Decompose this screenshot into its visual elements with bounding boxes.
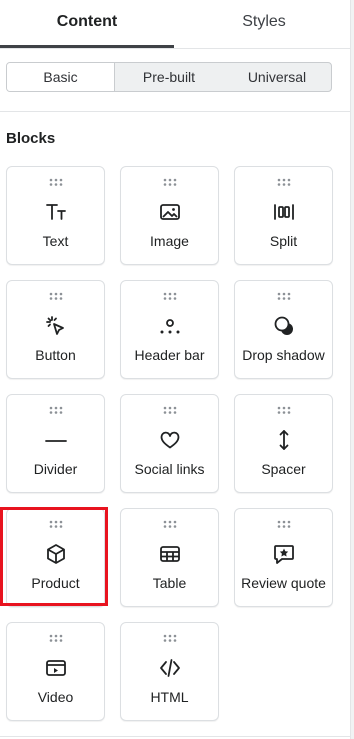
block-card-review-quote[interactable]: Review quote bbox=[234, 508, 333, 607]
drag-handle-icon[interactable] bbox=[48, 178, 64, 186]
block-card-html[interactable]: HTML bbox=[120, 622, 219, 721]
segment-prebuilt[interactable]: Pre-built bbox=[115, 63, 223, 91]
drag-handle-icon[interactable] bbox=[48, 406, 64, 414]
block-type-segmented-control: Basic Pre-built Universal bbox=[6, 62, 332, 92]
table-icon bbox=[159, 546, 180, 562]
drag-handle-icon[interactable] bbox=[162, 634, 178, 642]
drag-handle-icon[interactable] bbox=[162, 406, 178, 414]
block-label: Table bbox=[152, 575, 187, 591]
product-icon bbox=[46, 544, 65, 564]
drag-handle-icon[interactable] bbox=[48, 520, 64, 528]
tab-content[interactable]: Content bbox=[0, 0, 174, 48]
drag-handle-icon[interactable] bbox=[162, 178, 178, 186]
header-bar-icon bbox=[160, 319, 179, 334]
drag-handle-icon[interactable] bbox=[162, 292, 178, 300]
block-label: Header bar bbox=[134, 347, 205, 363]
tab-bar: Content Styles bbox=[0, 0, 350, 49]
spacer-icon bbox=[279, 430, 288, 450]
bottom-divider bbox=[0, 736, 350, 737]
block-card-split[interactable]: Split bbox=[234, 166, 333, 265]
image-icon bbox=[159, 204, 180, 220]
content-panel: Content Styles Basic Pre-built Universal… bbox=[0, 0, 354, 739]
block-card-product[interactable]: Product bbox=[6, 508, 105, 607]
text-icon bbox=[45, 204, 66, 220]
block-card-spacer[interactable]: Spacer bbox=[234, 394, 333, 493]
drop-shadow-icon bbox=[274, 316, 293, 335]
drag-handle-icon[interactable] bbox=[48, 292, 64, 300]
block-card-divider[interactable]: Divider bbox=[6, 394, 105, 493]
block-card-button[interactable]: Button bbox=[6, 280, 105, 379]
block-card-image[interactable]: Image bbox=[120, 166, 219, 265]
panel-scrollbar-edge bbox=[350, 0, 354, 739]
block-card-video[interactable]: Video bbox=[6, 622, 105, 721]
block-label: Split bbox=[269, 233, 298, 249]
button-icon bbox=[45, 316, 64, 335]
block-card-table[interactable]: Table bbox=[120, 508, 219, 607]
split-icon bbox=[273, 204, 294, 220]
drag-handle-icon[interactable] bbox=[276, 520, 292, 528]
blocks-section-title: Blocks bbox=[6, 130, 56, 147]
segment-universal[interactable]: Universal bbox=[223, 63, 331, 91]
block-card-social-links[interactable]: Social links bbox=[120, 394, 219, 493]
code-icon bbox=[159, 659, 180, 677]
block-card-header-bar[interactable]: Header bar bbox=[120, 280, 219, 379]
block-label: Divider bbox=[33, 461, 78, 477]
block-label: Button bbox=[35, 347, 76, 363]
block-label: Text bbox=[42, 233, 69, 249]
block-label: Review quote bbox=[241, 575, 326, 591]
segment-basic[interactable]: Basic bbox=[7, 63, 115, 91]
drag-handle-icon[interactable] bbox=[276, 178, 292, 186]
block-label: Drop shadow bbox=[242, 347, 325, 363]
tab-styles[interactable]: Styles bbox=[176, 0, 352, 45]
review-quote-icon bbox=[273, 545, 294, 564]
block-card-drop-shadow[interactable]: Drop shadow bbox=[234, 280, 333, 379]
block-label: Product bbox=[31, 575, 80, 591]
drag-handle-icon[interactable] bbox=[276, 406, 292, 414]
drag-handle-icon[interactable] bbox=[276, 292, 292, 300]
drag-handle-icon[interactable] bbox=[48, 634, 64, 642]
drag-handle-icon[interactable] bbox=[162, 520, 178, 528]
block-card-text[interactable]: Text bbox=[6, 166, 105, 265]
block-label: Social links bbox=[134, 461, 205, 477]
divider-icon bbox=[44, 440, 67, 442]
block-label: Spacer bbox=[261, 461, 306, 477]
block-label: Image bbox=[150, 233, 189, 249]
block-label: Video bbox=[37, 689, 74, 705]
video-icon bbox=[45, 660, 66, 676]
block-label: HTML bbox=[150, 689, 189, 705]
heart-icon bbox=[160, 431, 179, 449]
section-divider bbox=[0, 111, 350, 112]
